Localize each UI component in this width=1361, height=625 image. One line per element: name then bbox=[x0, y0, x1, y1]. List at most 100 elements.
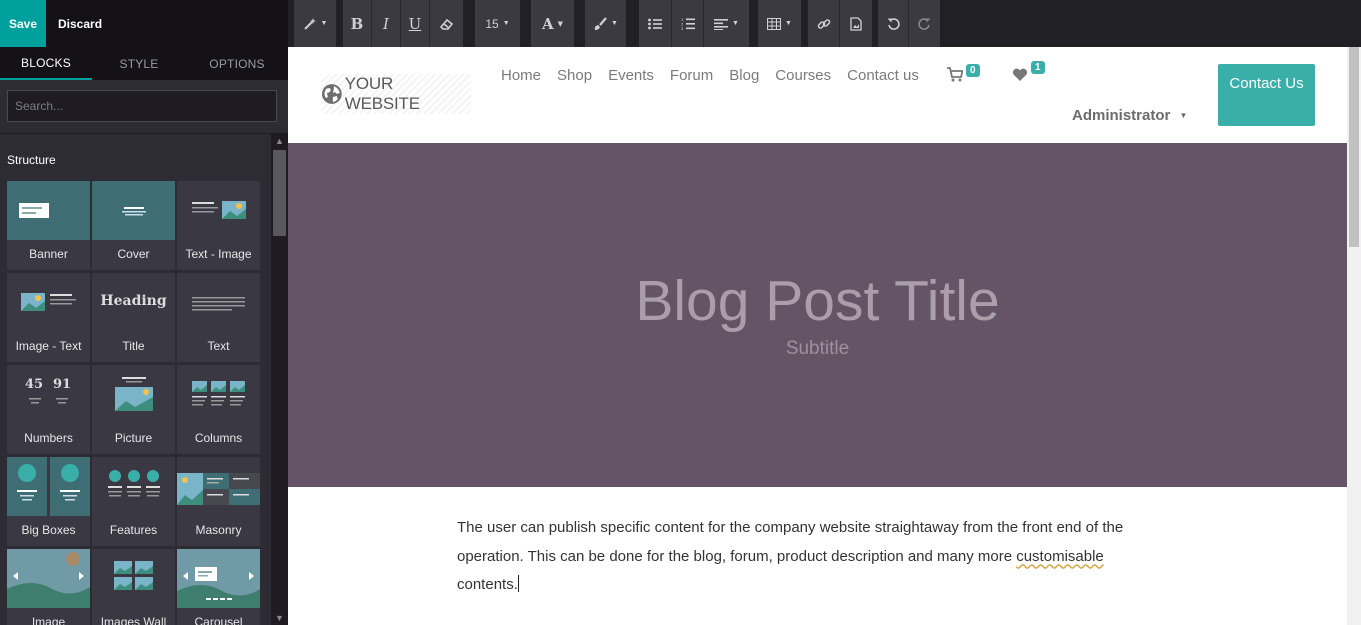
block-image-text[interactable]: Image - Text bbox=[7, 273, 90, 362]
images-wall-thumb-icon bbox=[92, 549, 175, 608]
save-button[interactable]: Save bbox=[0, 0, 46, 47]
numbered-list-button[interactable]: 123 bbox=[672, 0, 704, 47]
block-cover[interactable]: Cover bbox=[92, 181, 175, 270]
blog-post-title[interactable]: Blog Post Title bbox=[288, 268, 1347, 334]
block-numbers[interactable]: 45 91 Numbers bbox=[7, 365, 90, 454]
blog-hero-cover[interactable]: Blog Post Title Subtitle bbox=[288, 143, 1347, 487]
scroll-up-icon[interactable]: ▲ bbox=[271, 134, 288, 148]
italic-button[interactable]: I bbox=[372, 0, 401, 47]
tab-style[interactable]: STYLE bbox=[92, 47, 186, 80]
block-label: Columns bbox=[194, 431, 243, 445]
admin-menu[interactable]: Administrator ▼ bbox=[1072, 107, 1187, 124]
eraser-button[interactable] bbox=[430, 0, 463, 47]
nav-contact-us[interactable]: Contact us bbox=[847, 67, 919, 84]
text-thumb-icon bbox=[177, 273, 260, 332]
align-dropdown[interactable]: ▼ bbox=[704, 0, 749, 47]
file-image-icon bbox=[850, 16, 862, 31]
title-thumb-icon: Heading bbox=[92, 273, 175, 332]
align-left-icon bbox=[714, 18, 729, 30]
sidebar-top-bar: Save Discard bbox=[0, 0, 288, 47]
block-text[interactable]: Text bbox=[177, 273, 260, 362]
insert-media-button[interactable] bbox=[840, 0, 872, 47]
toolbar-group-history bbox=[878, 0, 940, 47]
block-label: Numbers bbox=[24, 431, 73, 445]
font-size-dropdown[interactable]: 15 ▼ bbox=[475, 0, 520, 47]
toolbar-group-color: A ▼ bbox=[531, 0, 574, 47]
block-title[interactable]: Heading Title bbox=[92, 273, 175, 362]
cart-link[interactable]: 0 bbox=[947, 64, 980, 82]
sidebar-scrollbar[interactable]: ▲ ▼ bbox=[271, 134, 288, 625]
underline-button[interactable]: U bbox=[401, 0, 430, 47]
numbers-thumb-icon: 45 91 bbox=[7, 365, 90, 424]
block-label: Text - Image bbox=[185, 247, 252, 261]
text-cursor bbox=[517, 575, 519, 592]
background-color-button[interactable]: ▼ bbox=[585, 0, 626, 47]
scroll-down-icon[interactable]: ▼ bbox=[271, 611, 288, 625]
link-button[interactable] bbox=[808, 0, 840, 47]
block-columns[interactable]: Columns bbox=[177, 365, 260, 454]
toolbar-group-style: ▼ bbox=[294, 0, 336, 47]
block-features[interactable]: Features bbox=[92, 457, 175, 546]
nav-blog[interactable]: Blog bbox=[729, 67, 759, 84]
cart-count-badge: 0 bbox=[966, 64, 980, 77]
block-picture[interactable]: Picture bbox=[92, 365, 175, 454]
tab-options[interactable]: OPTIONS bbox=[186, 47, 288, 80]
block-label: Features bbox=[109, 523, 158, 537]
bullet-list-icon bbox=[648, 18, 662, 29]
nav-forum[interactable]: Forum bbox=[670, 67, 713, 84]
block-carousel[interactable]: Carousel bbox=[177, 549, 260, 625]
block-big-boxes[interactable]: Big Boxes bbox=[7, 457, 90, 546]
font-size-value: 15 bbox=[485, 16, 499, 31]
block-banner[interactable]: Banner bbox=[7, 181, 90, 270]
misspelled-word: customisable bbox=[1016, 547, 1104, 565]
svg-text:3: 3 bbox=[681, 26, 684, 30]
blog-post-subtitle[interactable]: Subtitle bbox=[288, 338, 1347, 360]
nav-events[interactable]: Events bbox=[608, 67, 654, 84]
magic-wand-icon bbox=[303, 17, 316, 30]
tab-blocks[interactable]: BLOCKS bbox=[0, 47, 92, 80]
bullet-list-button[interactable] bbox=[639, 0, 672, 47]
text-color-button[interactable]: A ▼ bbox=[531, 0, 574, 47]
contact-us-button[interactable]: Contact Us bbox=[1218, 64, 1315, 126]
undo-button[interactable] bbox=[878, 0, 909, 47]
block-label: Image bbox=[31, 615, 66, 625]
text-color-icon: A bbox=[541, 14, 554, 33]
table-icon bbox=[767, 17, 782, 30]
block-image-gallery[interactable]: Image bbox=[7, 549, 90, 625]
block-search-input[interactable] bbox=[7, 90, 277, 122]
eraser-icon bbox=[439, 18, 453, 30]
section-label-structure: Structure bbox=[7, 153, 56, 167]
page-scrollbar[interactable] bbox=[1347, 47, 1361, 625]
nav-shop[interactable]: Shop bbox=[557, 67, 592, 84]
block-masonry[interactable]: Masonry bbox=[177, 457, 260, 546]
admin-label: Administrator bbox=[1072, 107, 1171, 124]
magic-wand-button[interactable]: ▼ bbox=[294, 0, 336, 47]
site-logo[interactable]: YOUR WEBSITE bbox=[321, 74, 471, 114]
big-boxes-thumb-icon bbox=[7, 457, 90, 516]
block-images-wall[interactable]: Images Wall bbox=[92, 549, 175, 625]
banner-thumb-icon bbox=[7, 181, 90, 240]
nav-courses[interactable]: Courses bbox=[775, 67, 831, 84]
search-area bbox=[0, 80, 288, 134]
globe-icon bbox=[321, 84, 342, 104]
block-label: Banner bbox=[29, 247, 68, 261]
chevron-down-icon: ▼ bbox=[1179, 111, 1188, 120]
wishlist-link[interactable]: 1 bbox=[1012, 61, 1045, 82]
blog-body-text[interactable]: The user can publish specific content fo… bbox=[457, 514, 1157, 600]
sidebar-scroll-thumb[interactable] bbox=[273, 150, 286, 236]
table-dropdown[interactable]: ▼ bbox=[758, 0, 801, 47]
undo-icon bbox=[887, 18, 900, 30]
toolbar-group-table: ▼ bbox=[758, 0, 801, 47]
toolbar-group-bg-color: ▼ bbox=[585, 0, 626, 47]
logo-text: YOUR WEBSITE bbox=[344, 74, 420, 113]
redo-button[interactable] bbox=[909, 0, 940, 47]
page-scroll-thumb[interactable] bbox=[1349, 47, 1359, 247]
nav-home[interactable]: Home bbox=[501, 67, 541, 84]
bold-button[interactable]: B bbox=[343, 0, 372, 47]
toolbar-group-format: B I U bbox=[343, 0, 463, 47]
block-text-image[interactable]: Text - Image bbox=[177, 181, 260, 270]
numbered-list-icon: 123 bbox=[681, 17, 695, 30]
discard-button[interactable]: Discard bbox=[46, 0, 114, 47]
block-label: Picture bbox=[114, 431, 153, 445]
editor-toolbar: ▼ B I U 15 ▼ A ▼ ▼ 123 ▼ ▼ bbox=[288, 0, 1361, 47]
